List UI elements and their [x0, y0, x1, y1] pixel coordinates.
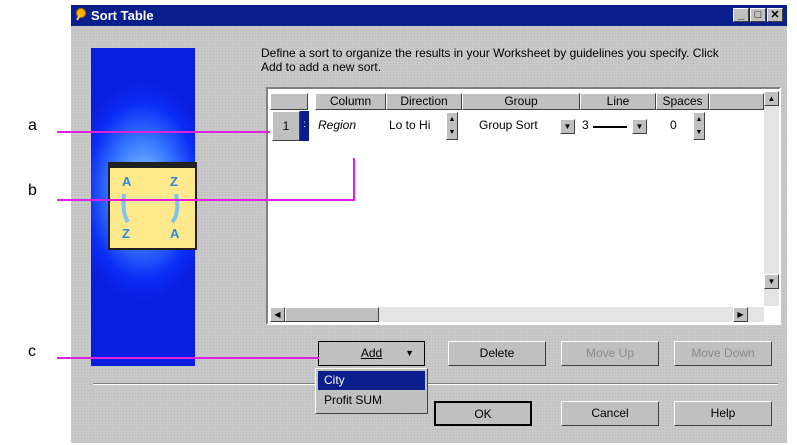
scroll-down-button[interactable]: ▼	[764, 274, 779, 289]
spaces-cell[interactable]: 0	[670, 111, 688, 141]
ok-button[interactable]: OK	[434, 401, 532, 426]
annotation-a-leader	[57, 131, 270, 133]
add-button-label: Add	[360, 346, 383, 360]
group-dropdown-button[interactable]: ▼	[560, 119, 575, 134]
separator	[93, 383, 778, 385]
move-down-button[interactable]: Move Down	[674, 341, 772, 366]
row-selector[interactable]: :	[300, 111, 309, 141]
cancel-button[interactable]: Cancel	[561, 401, 659, 426]
annotation-b: b	[28, 182, 37, 199]
column-header-line[interactable]: Line	[580, 93, 656, 110]
column-header-blank	[709, 93, 764, 110]
pin-icon	[76, 8, 86, 21]
line-dropdown-button[interactable]: ▼	[632, 119, 647, 134]
scroll-left-button[interactable]: ◀	[270, 307, 285, 322]
column-header-spaces[interactable]: Spaces	[656, 93, 709, 110]
sort-table-dialog: Sort Table _ □ ✕ A Z Z A Define a sort t…	[71, 5, 787, 443]
annotation-b-leader	[57, 199, 355, 201]
delete-button[interactable]: Delete	[448, 341, 546, 366]
vertical-scrollbar[interactable]: ▲ ▼	[764, 91, 779, 306]
column-header-column[interactable]: Column	[315, 93, 386, 110]
swap-arrows-icon	[121, 193, 180, 224]
direction-spinner[interactable]: ▲ ▼	[446, 112, 458, 140]
row-number[interactable]: 1	[272, 111, 300, 141]
line-style-preview	[593, 126, 627, 128]
description-text: Define a sort to organize the results in…	[261, 46, 719, 74]
sort-grid: Column Direction Group Line Spaces 1 : R…	[266, 87, 781, 325]
sort-illustration: A Z Z A	[108, 162, 197, 250]
add-button[interactable]: Add ▼	[318, 341, 425, 366]
chevron-down-icon: ▼	[405, 348, 414, 358]
column-header-direction[interactable]: Direction	[386, 93, 462, 110]
help-button[interactable]: Help	[674, 401, 772, 426]
scroll-right-button[interactable]: ▶	[733, 307, 748, 322]
menu-item-profit-sum[interactable]: Profit SUM	[318, 391, 425, 410]
horizontal-scrollbar[interactable]: ◀ ▶	[270, 307, 764, 322]
scroll-up-button[interactable]: ▲	[764, 91, 779, 106]
spaces-spinner[interactable]: ▲ ▼	[693, 112, 705, 140]
annotation-c-leader	[57, 357, 319, 359]
annotation-c: c	[28, 343, 36, 360]
row-number-header	[270, 93, 308, 110]
scroll-thumb[interactable]	[285, 307, 379, 322]
group-cell[interactable]: Group Sort	[479, 111, 559, 141]
annotation-a: a	[28, 117, 37, 134]
menu-item-city[interactable]: City	[318, 371, 425, 390]
close-button[interactable]: ✕	[767, 8, 783, 22]
minimize-button[interactable]: _	[733, 8, 749, 22]
annotation-b-leader-vertical	[353, 158, 355, 201]
move-up-button[interactable]: Move Up	[561, 341, 659, 366]
column-cell[interactable]: Region	[318, 111, 384, 141]
add-dropdown-menu: City Profit SUM	[315, 368, 428, 414]
title-bar: Sort Table _ □ ✕	[71, 5, 787, 26]
maximize-button[interactable]: □	[750, 8, 766, 22]
window-title: Sort Table	[91, 8, 154, 23]
direction-cell[interactable]: Lo to Hi	[389, 111, 445, 141]
column-header-group[interactable]: Group	[462, 93, 580, 110]
